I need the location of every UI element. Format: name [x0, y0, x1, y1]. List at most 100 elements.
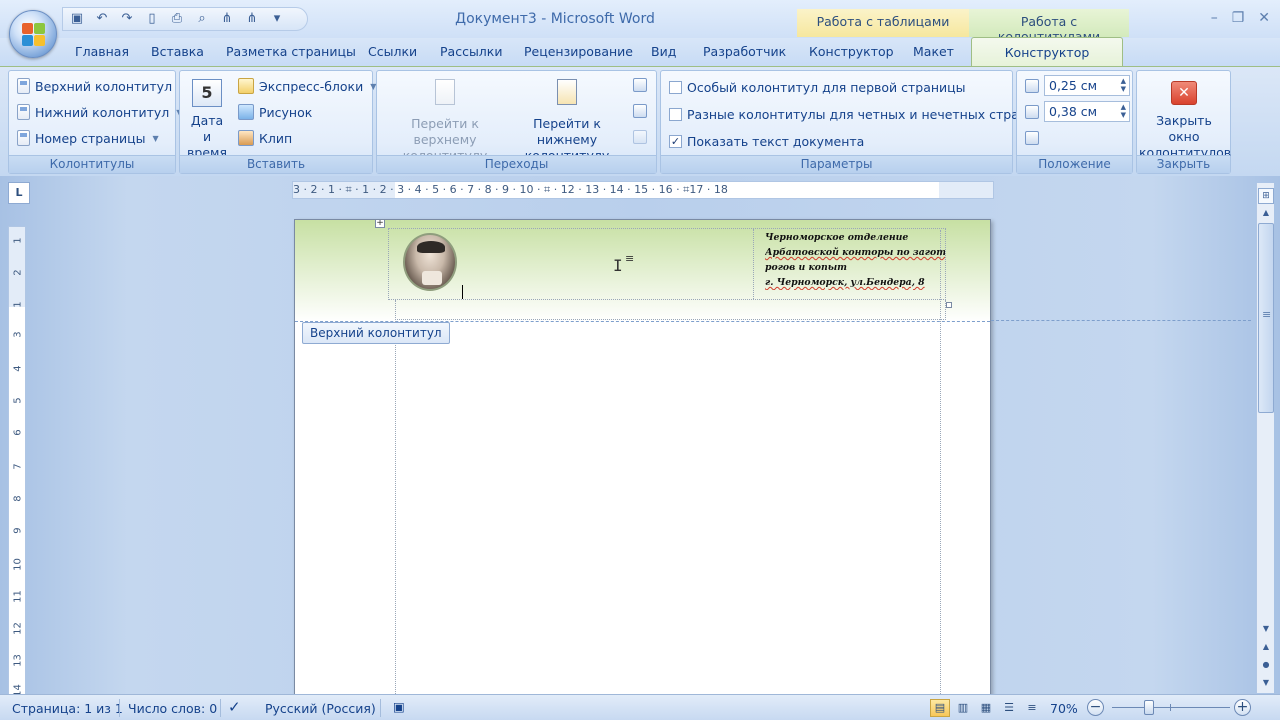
header-address[interactable]: Черноморское отделение Арбатовской конто… [765, 230, 945, 290]
picture-button[interactable]: Рисунок [238, 104, 312, 120]
context-tab-tables: Работа с таблицами [797, 9, 969, 37]
clip-button[interactable]: Клип [238, 130, 292, 146]
header-dropdown[interactable]: Верхний колонтитул▼ [17, 78, 185, 94]
tab-selector[interactable]: L [8, 182, 30, 204]
zoom-out-icon[interactable]: − [1087, 699, 1104, 716]
address-line-2: Арбатовской конторы по заготовке [765, 247, 945, 258]
go-to-header-button[interactable]: Перейти к верхнему колонтитулу [381, 79, 509, 164]
vruler-num: 12 [12, 622, 24, 635]
vruler-num: 5 [12, 397, 24, 404]
next-page-icon[interactable]: ▼ [1258, 675, 1274, 691]
spinner-arrows-icon[interactable]: ▲ ▼ [1121, 77, 1126, 93]
footer-position-row: 0,38 см ▲ ▼ [1025, 101, 1130, 122]
tab-developer[interactable]: Разработчик [703, 44, 786, 59]
different-first-page-option[interactable]: Особый колонтитул для первой страницы [669, 80, 966, 95]
tab-mailings[interactable]: Рассылки [440, 44, 502, 59]
next-section-icon[interactable] [633, 104, 647, 118]
outline-view-icon[interactable]: ☰ [999, 699, 1019, 717]
scroll-thumb[interactable] [1258, 223, 1274, 413]
vruler-num: 13 [12, 654, 24, 667]
go-to-footer-icon [557, 79, 577, 105]
horizontal-ruler[interactable]: 3 · 2 · 1 · ⌗ · 1 · 2 · 3 · 4 · 5 · 6 · … [292, 181, 994, 199]
scroll-up-icon[interactable]: ▲ [1258, 205, 1274, 221]
picture-label: Рисунок [259, 104, 313, 120]
insert-alignment-tab-icon[interactable] [1025, 131, 1039, 145]
tab-header-footer-design[interactable]: Конструктор [971, 37, 1123, 67]
quick-parts-dropdown[interactable]: Экспресс-блоки ▼ [238, 78, 376, 94]
office-button[interactable] [9, 10, 57, 58]
tab-home[interactable]: Главная [75, 44, 129, 59]
table-resize-handle[interactable] [946, 302, 952, 308]
draft-view-icon[interactable]: ≡ [1022, 699, 1042, 717]
document-page[interactable]: + I ≡ Черноморское отделение Арбатовской… [294, 219, 991, 694]
different-odd-even-option[interactable]: Разные колонтитулы для четных и нечетных… [669, 107, 1044, 122]
text-cursor [462, 285, 463, 299]
tab-page-layout[interactable]: Разметка страницы [226, 44, 356, 59]
go-to-footer-label-1: Перейти к нижнему [533, 116, 601, 147]
different-odd-even-checkbox[interactable] [669, 108, 682, 121]
footer-dropdown[interactable]: Нижний колонтитул▼ [17, 104, 182, 120]
footer-position-spinner[interactable]: 0,38 см ▲ ▼ [1044, 101, 1130, 122]
zoom-level[interactable]: 70% [1050, 701, 1078, 716]
close-label-1: Закрыть окно [1156, 113, 1212, 144]
header-label: Верхний колонтитул [35, 78, 173, 94]
tab-table-layout[interactable]: Макет [913, 44, 954, 59]
different-first-page-checkbox[interactable] [669, 81, 682, 94]
go-to-footer-button[interactable]: Перейти к нижнему колонтитулу [507, 79, 627, 164]
close-window-button[interactable]: ✕ [1258, 10, 1270, 26]
tab-view[interactable]: Вид [651, 44, 676, 59]
minimize-button[interactable]: – [1211, 10, 1218, 26]
spelling-check-icon[interactable]: ✓ [228, 698, 241, 716]
print-layout-view-icon[interactable]: ▤ [930, 699, 950, 717]
language-status[interactable]: Русский (Россия) [265, 701, 376, 716]
picture-icon [238, 104, 254, 120]
tab-references[interactable]: Ссылки [368, 44, 417, 59]
spinner-arrows-icon[interactable]: ▲ ▼ [1121, 103, 1126, 119]
tab-review[interactable]: Рецензирование [524, 44, 633, 59]
previous-section-icon[interactable] [633, 78, 647, 92]
tab-table-design[interactable]: Конструктор [809, 44, 894, 59]
close-header-footer-button[interactable]: ✕ Закрыть окно колонтитулов [1139, 81, 1231, 161]
zoom-slider-track[interactable] [1112, 707, 1230, 708]
restore-button[interactable]: ❐ [1232, 10, 1245, 26]
header-position-spinner[interactable]: 0,25 см ▲ ▼ [1044, 75, 1130, 96]
zoom-slider-thumb[interactable] [1144, 700, 1154, 715]
header-icon [17, 78, 30, 94]
address-line-1: Черноморское отделение [765, 232, 909, 243]
different-odd-even-label: Разные колонтитулы для четных и нечетных… [687, 107, 1044, 122]
link-to-previous-icon[interactable] [633, 130, 647, 144]
vruler-num: 9 [12, 527, 24, 534]
vruler-num: 11 [12, 590, 24, 603]
table-column-border[interactable] [753, 229, 754, 299]
logo-portrait-image[interactable] [403, 233, 457, 291]
word-count-status[interactable]: Число слов: 0 [128, 701, 217, 716]
show-document-text-option[interactable]: ✓ Показать текст документа [669, 134, 864, 149]
show-document-text-checkbox[interactable]: ✓ [669, 135, 682, 148]
full-screen-reading-icon[interactable]: ▥ [953, 699, 973, 717]
zoom-in-icon[interactable]: + [1234, 699, 1251, 716]
vertical-scrollbar[interactable]: ⊞ ▲ ▼ ▲ ● ▼ [1256, 183, 1274, 693]
vertical-ruler[interactable]: 1 2 1 3 4 5 6 7 8 9 10 11 12 13 14 [8, 226, 26, 694]
group-label-options: Параметры [661, 155, 1012, 173]
status-bar: Страница: 1 из 1 Число слов: 0 ✓ Русский… [0, 694, 1280, 720]
chevron-down-icon: ▼ [152, 133, 159, 143]
web-layout-icon[interactable]: ▦ [976, 699, 996, 717]
page-number-dropdown[interactable]: Номер страницы ▼ [17, 130, 159, 146]
previous-page-icon[interactable]: ▲ [1258, 639, 1274, 655]
browse-object-icon[interactable]: ● [1258, 657, 1274, 673]
status-separator [119, 699, 120, 717]
group-label-position: Положение [1017, 155, 1132, 173]
page-count-status[interactable]: Страница: 1 из 1 [12, 701, 123, 716]
vruler-num: 14 [12, 684, 24, 694]
office-logo-icon [22, 23, 46, 47]
vruler-num: 3 [12, 331, 24, 338]
table-move-handle-icon[interactable]: + [375, 220, 385, 228]
macro-record-icon[interactable]: ▣ [393, 699, 405, 714]
go-to-header-icon [435, 79, 455, 105]
footer-position-value: 0,38 см [1049, 104, 1098, 119]
ruler-toggle-icon[interactable]: ⊞ [1258, 188, 1274, 204]
zoom-slider-midpoint [1170, 704, 1171, 711]
scroll-down-icon[interactable]: ▼ [1258, 621, 1274, 637]
tab-insert[interactable]: Вставка [151, 44, 204, 59]
date-time-button[interactable]: 5 Дата и время [186, 79, 228, 161]
